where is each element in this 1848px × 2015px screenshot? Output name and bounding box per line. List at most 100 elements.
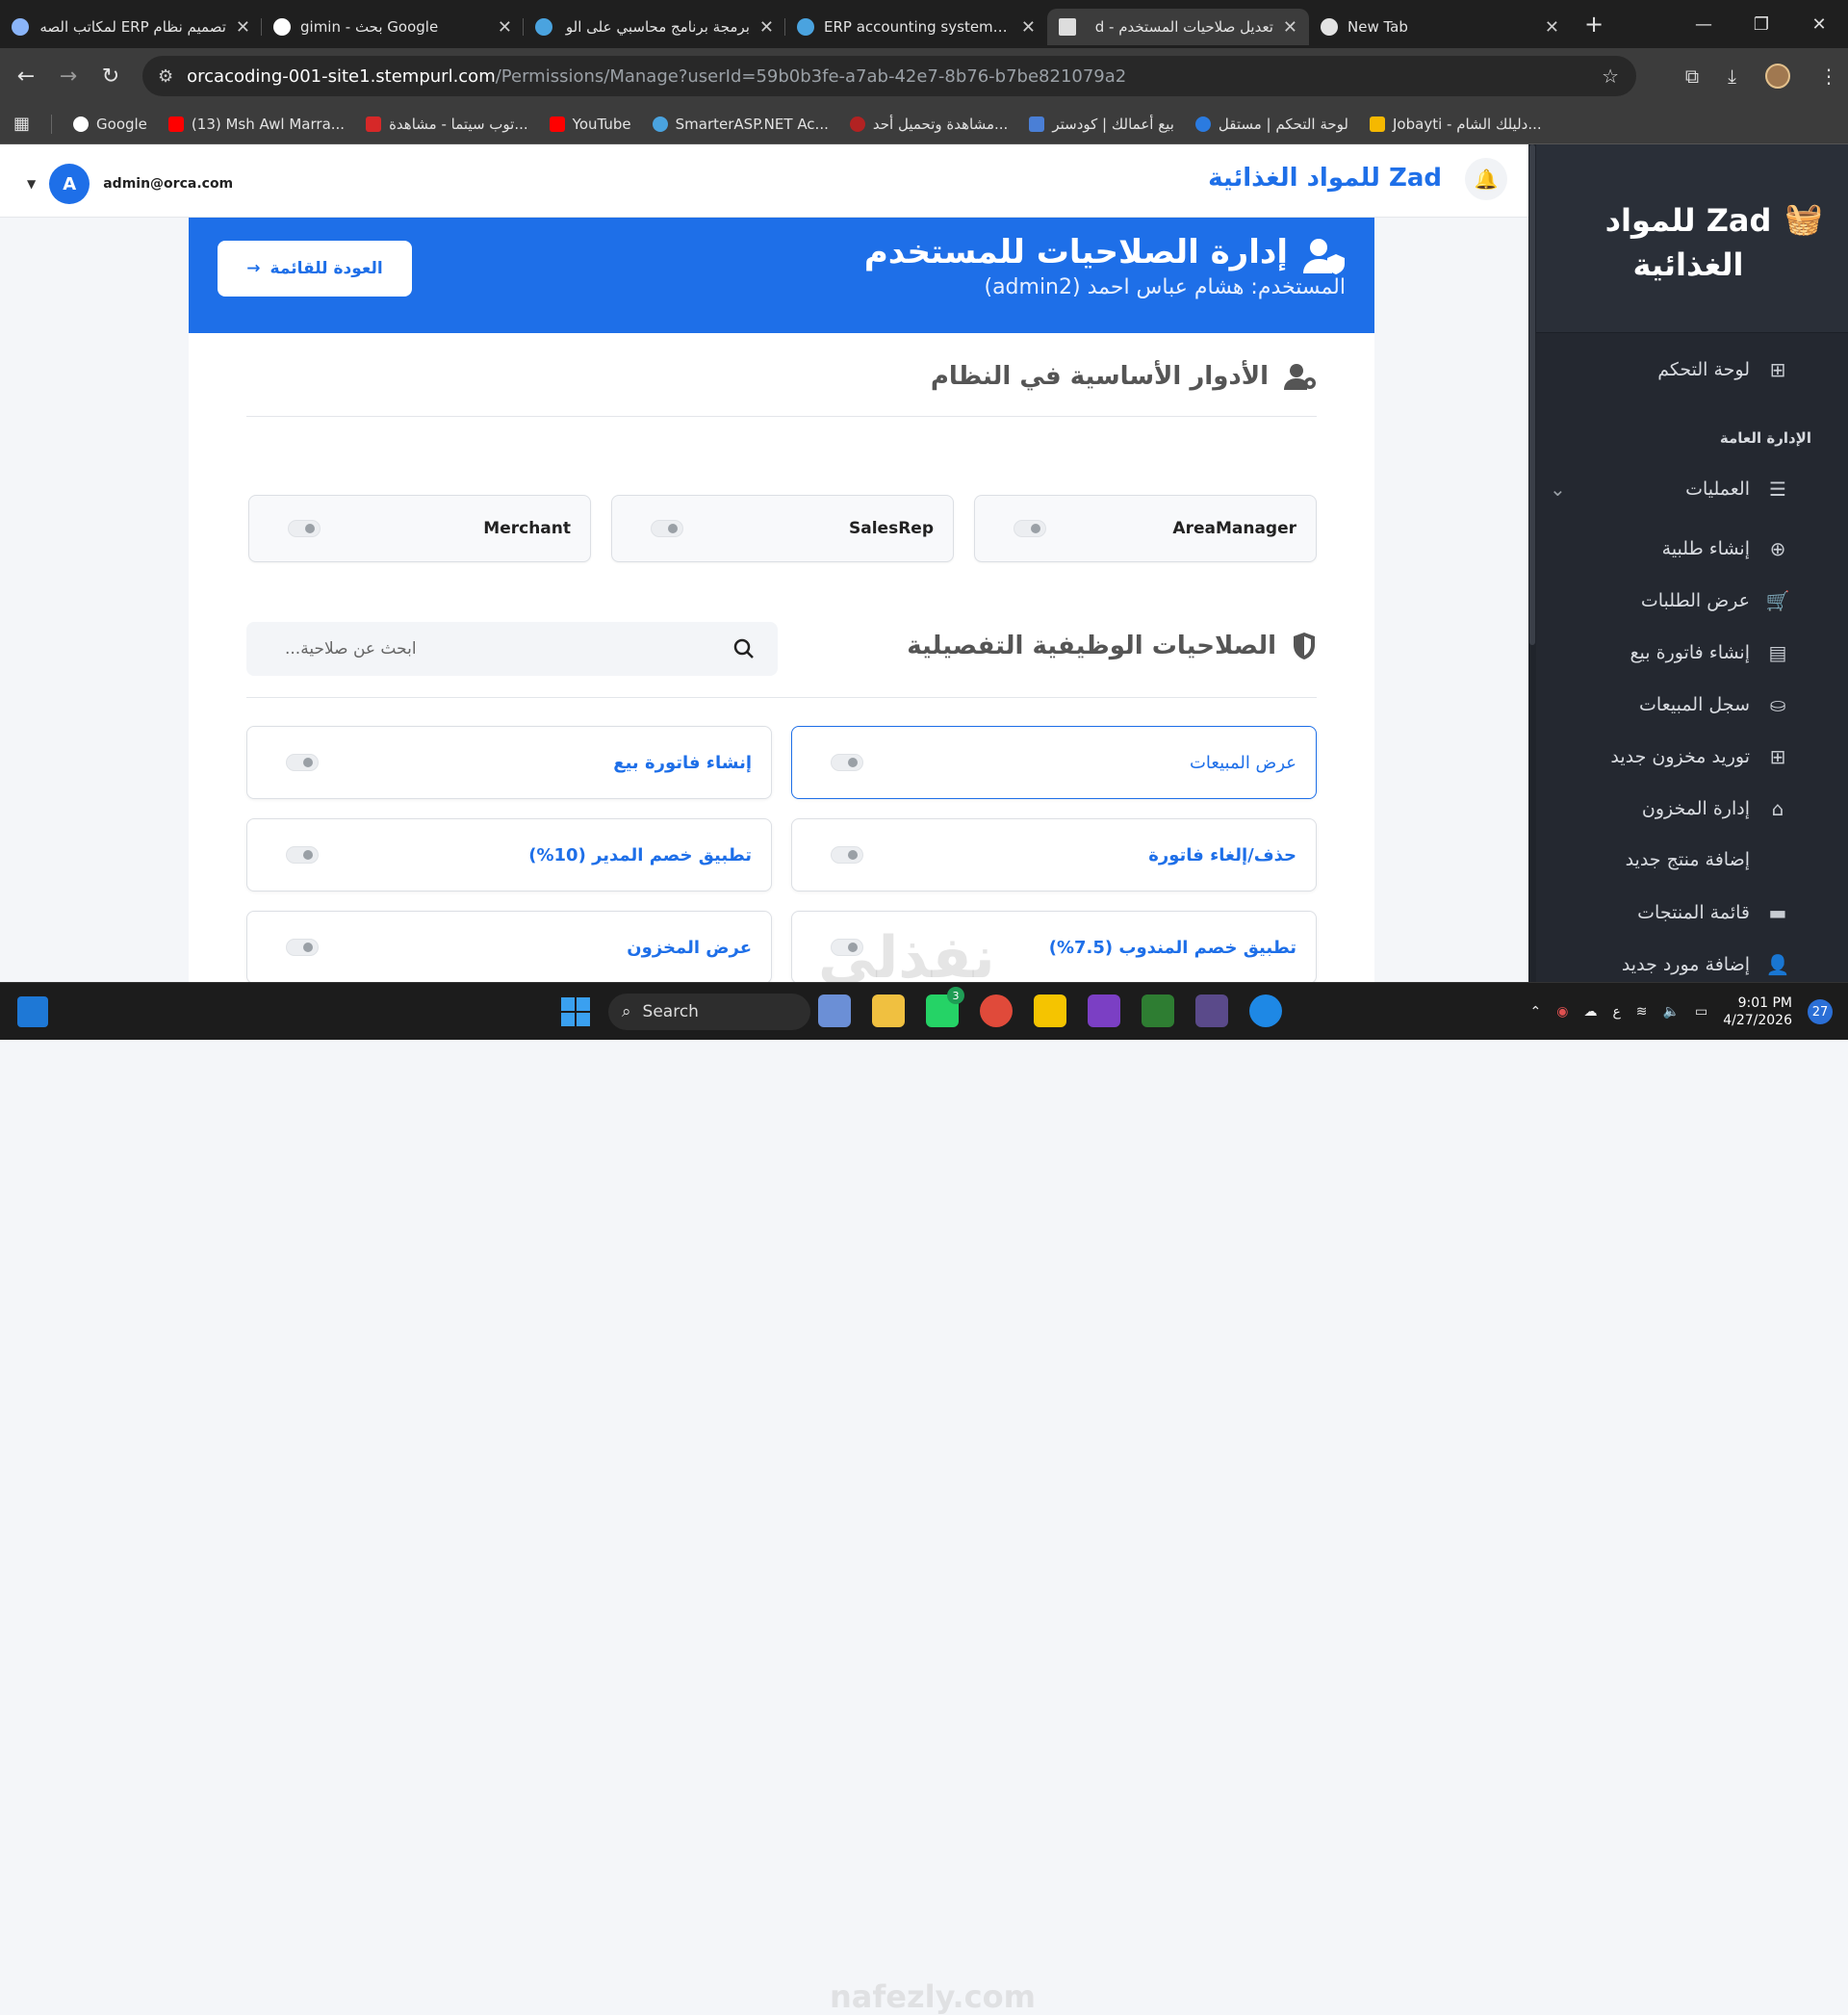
bookmark[interactable]: Jobayti - دليلك الشام... xyxy=(1370,116,1542,133)
role-card-salesrep[interactable]: SalesRep xyxy=(611,495,954,562)
battery-icon[interactable]: ▭ xyxy=(1695,1004,1707,1020)
extensions-icon[interactable]: ⧉ xyxy=(1685,65,1699,88)
sidebar-item[interactable]: 👤 إضافة مورد جديد xyxy=(1622,953,1790,976)
perm-card[interactable]: إنشاء فاتورة بيع xyxy=(246,726,772,799)
clock[interactable]: 9:01 PM 4/27/2026 xyxy=(1723,995,1792,1029)
browser-tab[interactable]: ERP accounting system for ✕ xyxy=(785,9,1047,45)
tray-vpn-icon[interactable]: ☁ xyxy=(1583,1004,1597,1020)
perm-toggle[interactable] xyxy=(831,754,863,771)
menu-kebab-icon[interactable]: ⋮ xyxy=(1819,65,1838,88)
avatar[interactable]: A xyxy=(49,164,90,204)
role-card-areamanager[interactable]: AreaManager xyxy=(974,495,1317,562)
sidebar-item[interactable]: ⊞ توريد مخزون جديد xyxy=(1610,745,1790,768)
sidebar-brand[interactable]: Zad للمواد الغذائية 🧺 xyxy=(1528,144,1848,333)
perm-toggle[interactable] xyxy=(286,846,319,864)
browser-tab[interactable]: gimin - بحث Google ✕ xyxy=(262,9,524,45)
role-toggle[interactable] xyxy=(1014,520,1046,537)
close-icon[interactable]: ✕ xyxy=(759,17,774,38)
user-menu[interactable]: ▼ A admin@orca.com xyxy=(27,164,233,204)
caret-down-icon[interactable]: ▼ xyxy=(27,177,36,191)
browser-tab[interactable]: New Tab ✕ xyxy=(1309,9,1571,45)
perm-card[interactable]: تطبيق خصم المدير (10%) xyxy=(246,818,772,891)
bookmark[interactable]: SmarterASP.NET Ac... xyxy=(652,116,829,133)
address-bar[interactable]: ⚙ orcacoding-001-site1.stempurl.com/Perm… xyxy=(142,56,1636,96)
close-icon[interactable]: ✕ xyxy=(236,17,250,38)
sidebar-item[interactable]: ⊕ إنشاء طلبية xyxy=(1662,537,1790,560)
volume-icon[interactable]: 🔈 xyxy=(1663,1004,1680,1020)
sticky-notes-icon[interactable] xyxy=(1034,995,1066,1027)
chevron-up-icon[interactable]: ⌃ xyxy=(1529,1004,1541,1020)
sidebar-item-label: إضافة منتج جديد xyxy=(1625,849,1750,870)
brand-title[interactable]: Zad للمواد الغذائية xyxy=(1208,164,1442,193)
bookmark[interactable]: توب سيتما - مشاهدة... xyxy=(366,116,528,133)
windows-start-icon[interactable] xyxy=(560,996,591,1027)
reload-icon[interactable]: ↻ xyxy=(94,65,127,89)
bookmark[interactable]: Google xyxy=(73,116,147,133)
sidebar-item-operations[interactable]: ☰ العمليات xyxy=(1685,478,1790,501)
profile-avatar[interactable] xyxy=(1765,64,1790,89)
perm-card[interactable]: عرض المبيعات xyxy=(791,726,1317,799)
sidebar-item[interactable]: ⛀ سجل المبيعات xyxy=(1639,693,1790,716)
close-window-icon[interactable]: ✕ xyxy=(1790,0,1848,48)
bookmark[interactable]: (13) Msh Awl Marra... xyxy=(167,116,345,133)
bell-icon[interactable]: 🔔 xyxy=(1465,158,1507,200)
tab-title: New Tab xyxy=(1348,18,1408,36)
chevron-down-icon[interactable]: ⌄ xyxy=(1550,478,1566,501)
sidebar-item[interactable]: ▬ قائمة المنتجات xyxy=(1637,901,1790,924)
bookmark-star-icon[interactable]: ☆ xyxy=(1602,65,1619,88)
bookmark[interactable]: بيع أعمالك | كودستر xyxy=(1029,116,1174,133)
perm-toggle[interactable] xyxy=(831,846,863,864)
bookmark[interactable]: YouTube xyxy=(549,116,631,133)
restore-icon[interactable]: ❐ xyxy=(1732,0,1790,48)
roles-section-title: الأدوار الأساسية في النظام xyxy=(931,362,1317,391)
back-arrow-icon[interactable]: ← xyxy=(10,65,42,89)
minimize-icon[interactable]: — xyxy=(1675,0,1732,48)
notification-badge[interactable]: 27 xyxy=(1808,999,1833,1024)
sidebar-item[interactable]: إضافة منتج جديد xyxy=(1626,849,1790,870)
role-card-merchant[interactable]: Merchant xyxy=(248,495,591,562)
visual-studio-icon[interactable] xyxy=(1088,995,1120,1027)
sidebar-item[interactable]: 🛒 عرض الطلبات xyxy=(1641,589,1790,612)
close-icon[interactable]: ✕ xyxy=(1021,17,1036,38)
back-to-list-button[interactable]: العودة للقائمة → xyxy=(218,241,412,297)
browser-tab-active[interactable]: تعديل صلاحيات المستخدم - d ✕ xyxy=(1047,9,1309,45)
sidebar-scrollbar[interactable] xyxy=(1528,144,1536,982)
bookmark[interactable]: لوحة التحكم | مستقل xyxy=(1194,116,1348,133)
taskbar-search[interactable]: ⌕ Search xyxy=(608,994,810,1030)
tray-app-icon[interactable]: ◉ xyxy=(1556,1004,1568,1020)
widgets-icon[interactable] xyxy=(17,996,48,1027)
close-icon[interactable]: ✕ xyxy=(1283,17,1297,38)
edge-icon[interactable] xyxy=(1249,995,1282,1027)
download-icon[interactable]: ⤓ xyxy=(1728,65,1736,88)
language-indicator[interactable]: ع xyxy=(1612,1004,1620,1020)
permission-search-input[interactable]: ابحث عن صلاحية... xyxy=(246,622,778,676)
close-icon[interactable]: ✕ xyxy=(498,17,512,38)
role-toggle[interactable] xyxy=(651,520,683,537)
browser-tab[interactable]: برمجة برنامج محاسبي على الو ✕ xyxy=(524,9,785,45)
search-icon[interactable] xyxy=(733,638,755,659)
whatsapp-icon[interactable]: 3 xyxy=(926,987,964,1027)
browser-toolbar: ← → ↻ ⚙ orcacoding-001-site1.stempurl.co… xyxy=(0,48,1848,104)
perm-card[interactable]: عرض المخزون xyxy=(246,911,772,982)
perm-toggle[interactable] xyxy=(286,939,319,956)
forward-arrow-icon[interactable]: → xyxy=(52,65,85,89)
bookmark[interactable]: مشاهدة وتحميل أحد... xyxy=(849,116,1008,133)
sidebar-item[interactable]: ▤ إنشاء فاتورة بيع xyxy=(1630,641,1790,664)
chrome-icon[interactable] xyxy=(980,995,1013,1027)
sidebar-item-label: عرض الطلبات xyxy=(1640,590,1750,611)
wifi-icon[interactable]: ≋ xyxy=(1636,1004,1648,1020)
close-icon[interactable]: ✕ xyxy=(1545,17,1559,38)
rider-icon[interactable] xyxy=(1195,995,1228,1027)
people-app-icon[interactable] xyxy=(818,995,851,1027)
sidebar-item-dashboard[interactable]: ⊞ لوحة التحكم xyxy=(1657,358,1790,381)
site-info-icon[interactable]: ⚙ xyxy=(158,66,173,87)
perm-toggle[interactable] xyxy=(286,754,319,771)
terminal-icon[interactable] xyxy=(1142,995,1174,1027)
role-toggle[interactable] xyxy=(288,520,321,537)
browser-tab[interactable]: تصميم نظام ERP لمكاتب الصه ✕ xyxy=(0,9,262,45)
file-explorer-icon[interactable] xyxy=(872,995,905,1027)
perm-card[interactable]: حذف/إلغاء فاتورة xyxy=(791,818,1317,891)
apps-grid-icon[interactable]: ▦ xyxy=(13,114,30,134)
new-tab-icon[interactable]: + xyxy=(1584,11,1604,38)
sidebar-item[interactable]: ⌂ إدارة المخزون xyxy=(1642,797,1790,820)
